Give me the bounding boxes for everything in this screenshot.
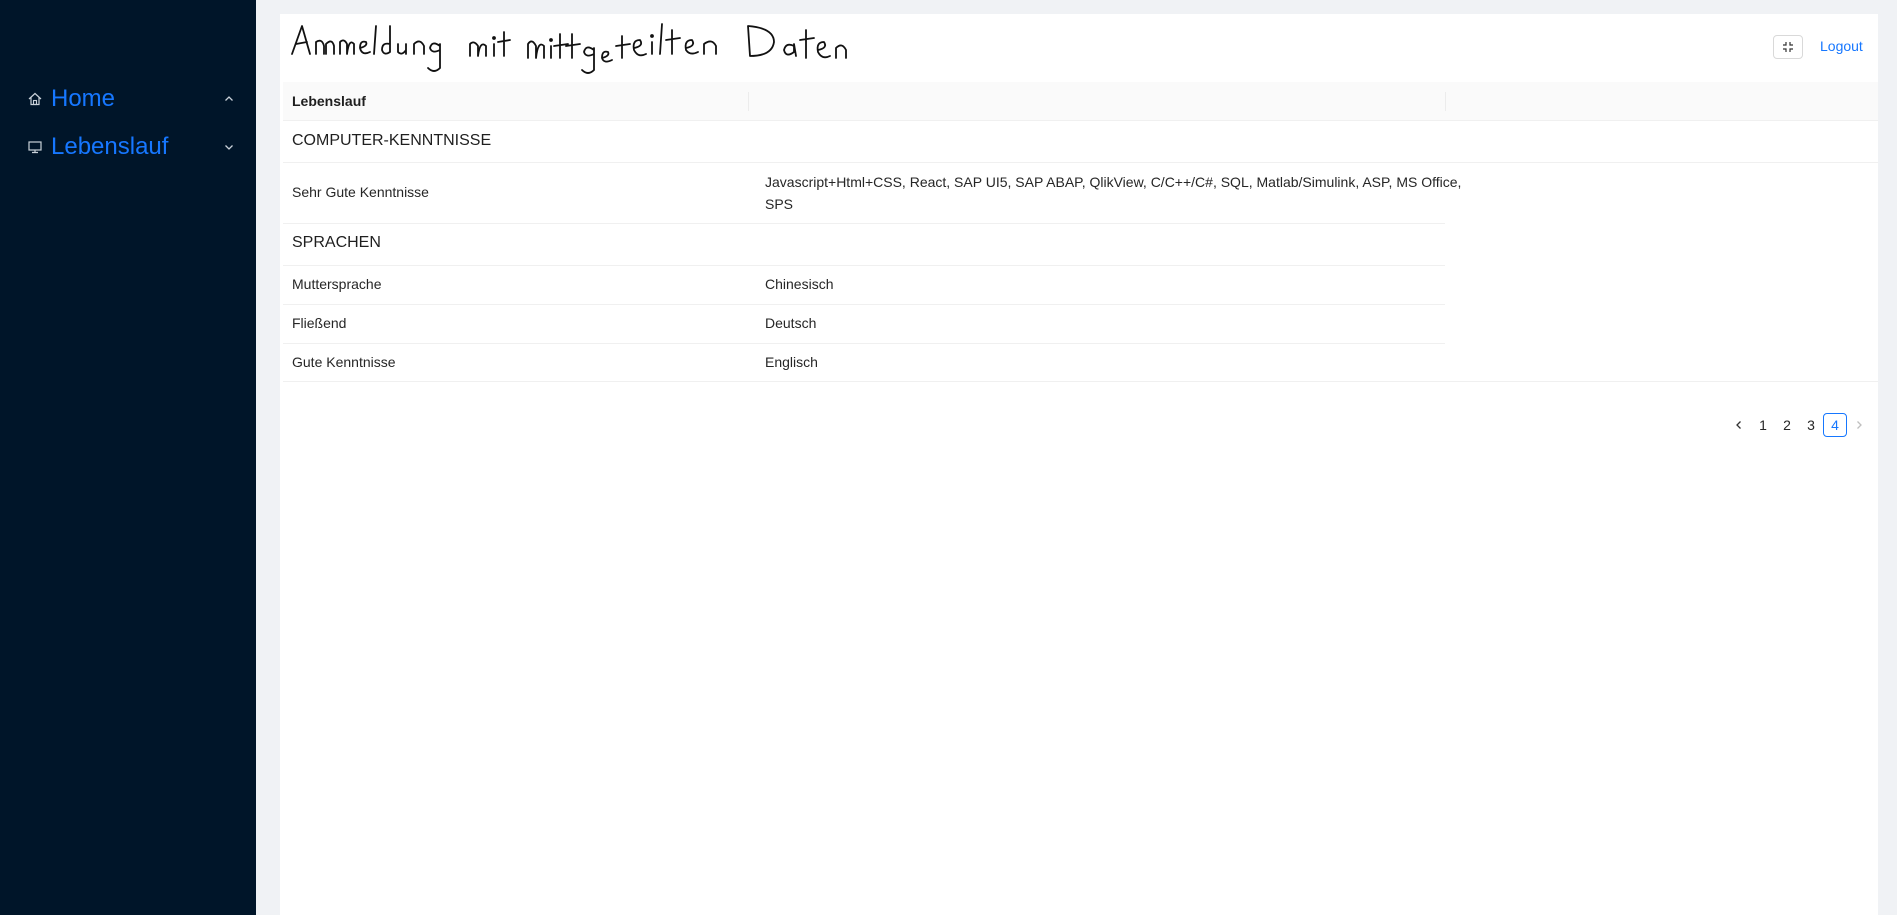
fullscreen-exit-icon (1783, 42, 1793, 52)
row-value: Chinesisch (765, 276, 834, 292)
row-value: Englisch (765, 354, 818, 370)
table-row: Fließend Deutsch (283, 304, 1878, 344)
table-row: Gute Kenntnisse Englisch (283, 343, 1878, 382)
section-title: SPRACHEN (292, 234, 381, 251)
column-header-lebenslauf: Lebenslauf (292, 93, 366, 109)
section-title: COMPUTER-KENNTNISSE (292, 132, 492, 149)
pagination: 1 2 3 4 (1727, 413, 1871, 437)
chevron-right-icon (1857, 421, 1862, 429)
section-row-sprachen: SPRACHEN (283, 223, 1878, 266)
column-separator (1445, 92, 1446, 111)
table-row: Sehr Gute Kenntnisse Javascript+Html+CSS… (283, 163, 1878, 224)
sidebar-item-label: Lebenslauf (51, 133, 169, 160)
chevron-up-icon (225, 96, 233, 101)
logout-link[interactable]: Logout (1820, 38, 1863, 54)
column-separator (748, 92, 749, 111)
page-3-button[interactable]: 3 (1799, 413, 1823, 437)
row-value: Javascript+Html+CSS, React, SAP UI5, SAP… (765, 174, 1462, 212)
chevron-left-icon (1736, 421, 1741, 429)
cv-table: Lebenslauf COMPUTER-KENNTNISSE Sehr Gute… (283, 82, 1878, 382)
row-label: Gute Kenntnisse (292, 354, 396, 370)
main-content: Logout Lebenslauf COMPUTER-KENNTNISSE Se… (280, 14, 1878, 915)
sidebar-item-label: Home (51, 85, 116, 112)
desktop-icon (28, 141, 42, 154)
row-label: Muttersprache (292, 276, 382, 292)
table-row: Muttersprache Chinesisch (283, 265, 1878, 305)
page-4-button[interactable]: 4 (1823, 413, 1847, 437)
fullscreen-button[interactable] (1773, 35, 1803, 59)
page-2-button[interactable]: 2 (1775, 413, 1799, 437)
page-header: Logout (280, 14, 1878, 82)
home-icon (28, 92, 42, 106)
sidebar-item-home[interactable]: Home (0, 79, 256, 119)
row-label: Fließend (292, 315, 347, 331)
section-row-computer: COMPUTER-KENNTNISSE (283, 121, 1878, 163)
sidebar-item-lebenslauf[interactable]: Lebenslauf (0, 127, 256, 167)
row-label: Sehr Gute Kenntnisse (292, 184, 429, 200)
chevron-down-icon (225, 145, 233, 150)
prev-page-button[interactable] (1727, 413, 1751, 437)
sidebar: Home Lebenslauf (0, 0, 256, 915)
next-page-button[interactable] (1847, 413, 1871, 437)
page-1-button[interactable]: 1 (1751, 413, 1775, 437)
table-header: Lebenslauf (283, 82, 1878, 121)
row-value: Deutsch (765, 315, 817, 331)
